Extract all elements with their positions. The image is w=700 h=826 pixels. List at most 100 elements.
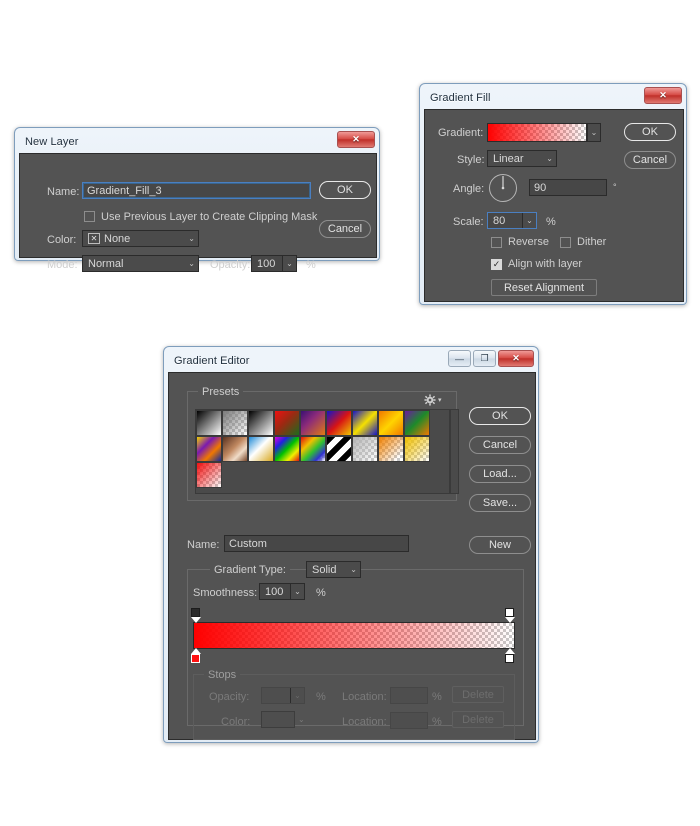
align-with-layer-checkbox[interactable]: ✓ (491, 259, 502, 270)
scale-stepper[interactable]: 80 ⌄ (487, 212, 537, 229)
new-layer-titlebar[interactable]: New Layer ✕ (19, 131, 375, 152)
align-with-layer-label: Align with layer (508, 258, 582, 270)
preset-gradient-fill (197, 437, 221, 461)
preset-gradient-fill (223, 411, 247, 435)
preset-swatch-blue-yellow-blue[interactable] (352, 410, 378, 436)
preset-gradient-fill (301, 437, 325, 461)
color-stop-right[interactable] (504, 648, 515, 663)
close-icon[interactable]: ✕ (498, 350, 534, 367)
presets-scrollbar[interactable] (450, 409, 459, 494)
close-icon[interactable]: ✕ (337, 131, 375, 148)
preset-swatch-blue-red-yellow[interactable] (326, 410, 352, 436)
scale-unit: % (546, 216, 556, 228)
presets-swatch-list[interactable] (195, 409, 450, 494)
blend-mode-select[interactable]: Normal ⌄ (82, 255, 199, 272)
reverse-checkbox[interactable] (491, 237, 502, 248)
maximize-icon[interactable]: ❐ (473, 350, 496, 367)
new-layer-dialog: New Layer ✕ Name: Gradient_Fill_3 Use Pr… (14, 127, 380, 272)
opacity-location-label: Location: (342, 691, 387, 703)
gradient-fill-titlebar[interactable]: Gradient Fill ✕ (424, 87, 682, 108)
gradient-ramp[interactable] (193, 622, 515, 649)
scale-value: 80 (493, 214, 506, 227)
preset-swatch-yellow-transparent[interactable] (404, 436, 430, 462)
gradient-picker-chevron-down-icon[interactable]: ⌄ (587, 123, 601, 142)
angle-dial[interactable] (487, 172, 519, 207)
reset-alignment-button[interactable]: Reset Alignment (491, 279, 597, 296)
preset-gradient-fill (327, 437, 351, 461)
preset-swatch-foreground-to-transparent[interactable] (222, 410, 248, 436)
gradient-editor-titlebar[interactable]: Gradient Editor — ❐ ✕ (168, 350, 534, 371)
preset-gradient-fill (405, 437, 429, 461)
preset-swatch-foreground-to-background[interactable] (196, 410, 222, 436)
cancel-button[interactable]: Cancel (319, 220, 371, 238)
opacity-unit: % (306, 259, 316, 271)
chevron-down-icon: ⌄ (291, 688, 304, 703)
color-location-input (390, 712, 428, 729)
angle-unit: ° (613, 182, 617, 192)
preset-gradient-fill (379, 411, 403, 435)
layer-color-select[interactable]: ✕ None ⌄ (82, 230, 199, 247)
load-button[interactable]: Load... (469, 465, 531, 483)
color-stop-left-selected[interactable] (190, 648, 201, 663)
preset-swatch-red-green[interactable] (274, 410, 300, 436)
preset-swatch-transparent-rainbow[interactable] (300, 436, 326, 462)
chevron-down-icon: ⌄ (350, 564, 357, 574)
preset-swatch-red-transparent[interactable] (196, 462, 222, 488)
chevron-down-icon: ⌄ (546, 153, 553, 163)
preset-gradient-fill (197, 463, 221, 487)
chevron-down-icon[interactable]: ⌄ (283, 256, 296, 271)
preset-swatch-yellow-violet-orange-blue[interactable] (196, 436, 222, 462)
dither-label: Dither (577, 236, 607, 248)
opacity-stepper[interactable]: 100 ⌄ (251, 255, 297, 272)
gradient-style-select[interactable]: Linear ⌄ (487, 150, 557, 167)
close-icon[interactable]: ✕ (644, 87, 682, 104)
new-button[interactable]: New (469, 536, 531, 554)
ok-button[interactable]: OK (469, 407, 531, 425)
preset-gradient-fill (249, 411, 273, 435)
gradient-fill-dialog: Gradient Fill ✕ Gradient: ⌄ Style: Linea… (419, 83, 687, 305)
reverse-label: Reverse (508, 236, 549, 248)
preset-gradient-fill (301, 411, 325, 435)
gradient-fill-title: Gradient Fill (430, 92, 491, 104)
save-button[interactable]: Save... (469, 494, 531, 512)
ok-button[interactable]: OK (624, 123, 676, 141)
chevron-down-icon: ⌄ (188, 258, 195, 268)
preset-swatch-copper[interactable] (222, 436, 248, 462)
stop-color-label: Color: (221, 716, 251, 728)
opacity-stop-left[interactable] (190, 608, 201, 623)
ok-button[interactable]: OK (319, 181, 371, 199)
opacity-location-unit: % (432, 691, 442, 703)
chevron-down-icon[interactable]: ⌄ (523, 213, 536, 228)
style-label: Style: (457, 154, 485, 166)
opacity-location-input (390, 687, 428, 704)
preset-swatch-transparent-stripes[interactable] (326, 436, 352, 462)
preset-gradient-fill (275, 437, 299, 461)
clipping-mask-checkbox[interactable] (84, 211, 95, 222)
preset-gradient-fill (353, 437, 377, 461)
preset-swatch-neutral-density[interactable] (352, 436, 378, 462)
angle-input[interactable]: 90 (529, 179, 607, 196)
smoothness-stepper[interactable]: 100 ⌄ (259, 583, 305, 600)
cancel-button[interactable]: Cancel (469, 436, 531, 454)
preset-swatch-orange-transparent[interactable] (378, 436, 404, 462)
none-x-icon: ✕ (88, 233, 100, 244)
minimize-icon[interactable]: — (448, 350, 471, 367)
cancel-button[interactable]: Cancel (624, 151, 676, 169)
preset-swatch-spectrum[interactable] (274, 436, 300, 462)
preset-swatch-orange-yellow-orange[interactable] (378, 410, 404, 436)
preset-swatch-black-white[interactable] (248, 410, 274, 436)
gear-icon (424, 394, 436, 406)
preset-swatch-chrome[interactable] (248, 436, 274, 462)
gradient-name-input[interactable]: Custom (224, 535, 409, 552)
gradient-type-select[interactable]: Solid ⌄ (306, 561, 361, 578)
gradient-type-label: Gradient Type: (210, 564, 290, 576)
layer-name-input[interactable]: Gradient_Fill_3 (82, 182, 311, 199)
gradient-editor-body: Presets ▾ OK Cancel Load... Save... New … (168, 372, 536, 740)
gradient-preview-swatch[interactable] (487, 123, 587, 142)
opacity-stop-right[interactable] (504, 608, 515, 623)
preset-swatch-violet-green-orange[interactable] (404, 410, 430, 436)
preset-swatch-violet-orange[interactable] (300, 410, 326, 436)
chevron-down-icon[interactable]: ⌄ (291, 584, 304, 599)
presets-menu-button[interactable]: ▾ (424, 394, 442, 406)
dither-checkbox[interactable] (560, 237, 571, 248)
